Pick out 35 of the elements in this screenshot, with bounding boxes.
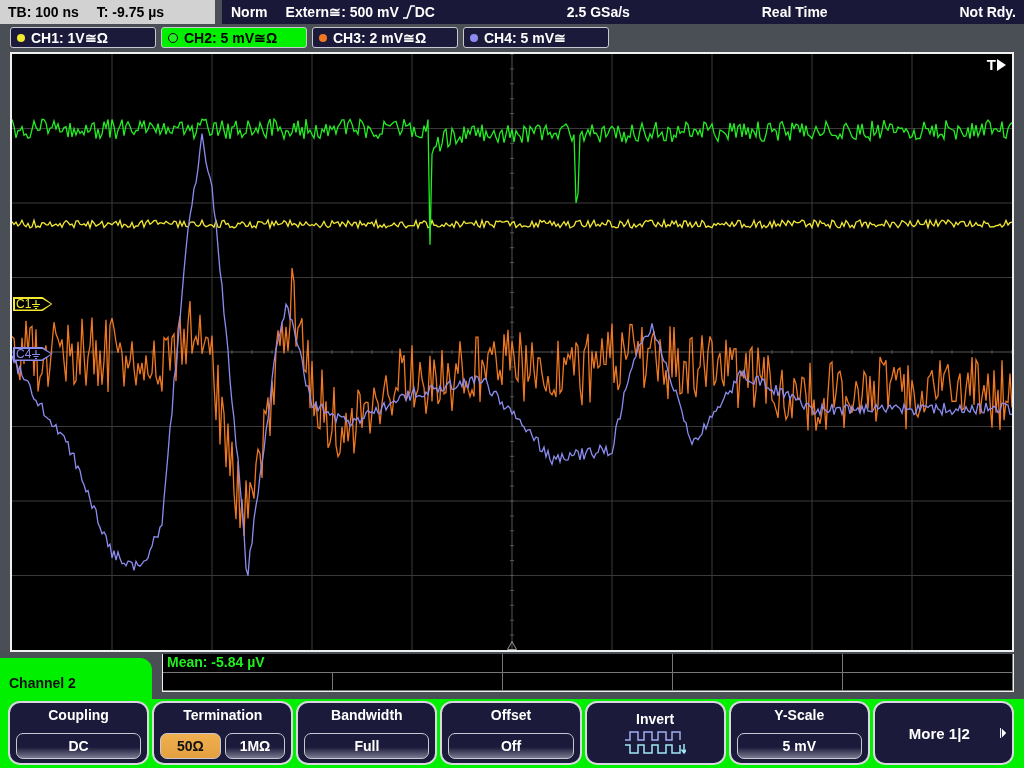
softkey-title: Y-Scale	[774, 707, 825, 723]
acquisition-mode-label: Real Time	[761, 4, 828, 20]
softkey-title: Bandwidth	[331, 707, 403, 723]
value-button[interactable]: DC	[16, 733, 142, 759]
channel-tab[interactable]: CH1: 1V≅Ω	[10, 27, 156, 48]
channel-tab[interactable]: CH4: 5 mV≅	[463, 27, 609, 48]
softkey-title: Termination	[183, 707, 263, 723]
arrow-right-icon	[999, 725, 1006, 741]
option-button[interactable]: 1MΩ	[224, 733, 286, 759]
softkey-title: Offset	[490, 707, 532, 723]
menu-title: Channel 2	[0, 658, 152, 699]
channel-tab[interactable]: CH3: 2 mV≅Ω	[312, 27, 458, 48]
option-button[interactable]: 50Ω	[160, 733, 221, 759]
more-button[interactable]: More 1|2	[872, 701, 1014, 765]
channel-tab[interactable]: CH2: 5 mV≅Ω	[161, 27, 307, 48]
triangle-right-icon	[997, 58, 1006, 71]
status-label: Not Rdy.	[959, 4, 1016, 20]
sample-rate-label: 2.5 GSa/s	[566, 4, 630, 20]
measurement-value: Mean: -5.84 µV	[163, 654, 333, 673]
trigger-source-label: Extern≅: 500 mV	[285, 4, 399, 20]
position-marker-icon	[507, 641, 517, 650]
ground-icon	[32, 299, 41, 309]
timebase-label: TB: 100 ns	[8, 4, 79, 20]
trigger-mode-label: Norm	[231, 4, 268, 20]
value-button[interactable]: Off	[448, 733, 574, 759]
softkey-title: Coupling	[48, 707, 109, 723]
square-wave-icon	[624, 731, 687, 755]
invert-button[interactable]: Invert	[584, 701, 726, 765]
trigger-label: T	[986, 56, 996, 73]
value-button[interactable]: 5 mV	[736, 733, 862, 759]
ground-icon	[32, 349, 41, 359]
value-button[interactable]: Full	[304, 733, 430, 759]
trigger-coupling-label: DC	[414, 4, 435, 20]
trigger-time-label: T: -9.75 µs	[96, 4, 165, 20]
rising-edge-icon	[402, 5, 415, 19]
